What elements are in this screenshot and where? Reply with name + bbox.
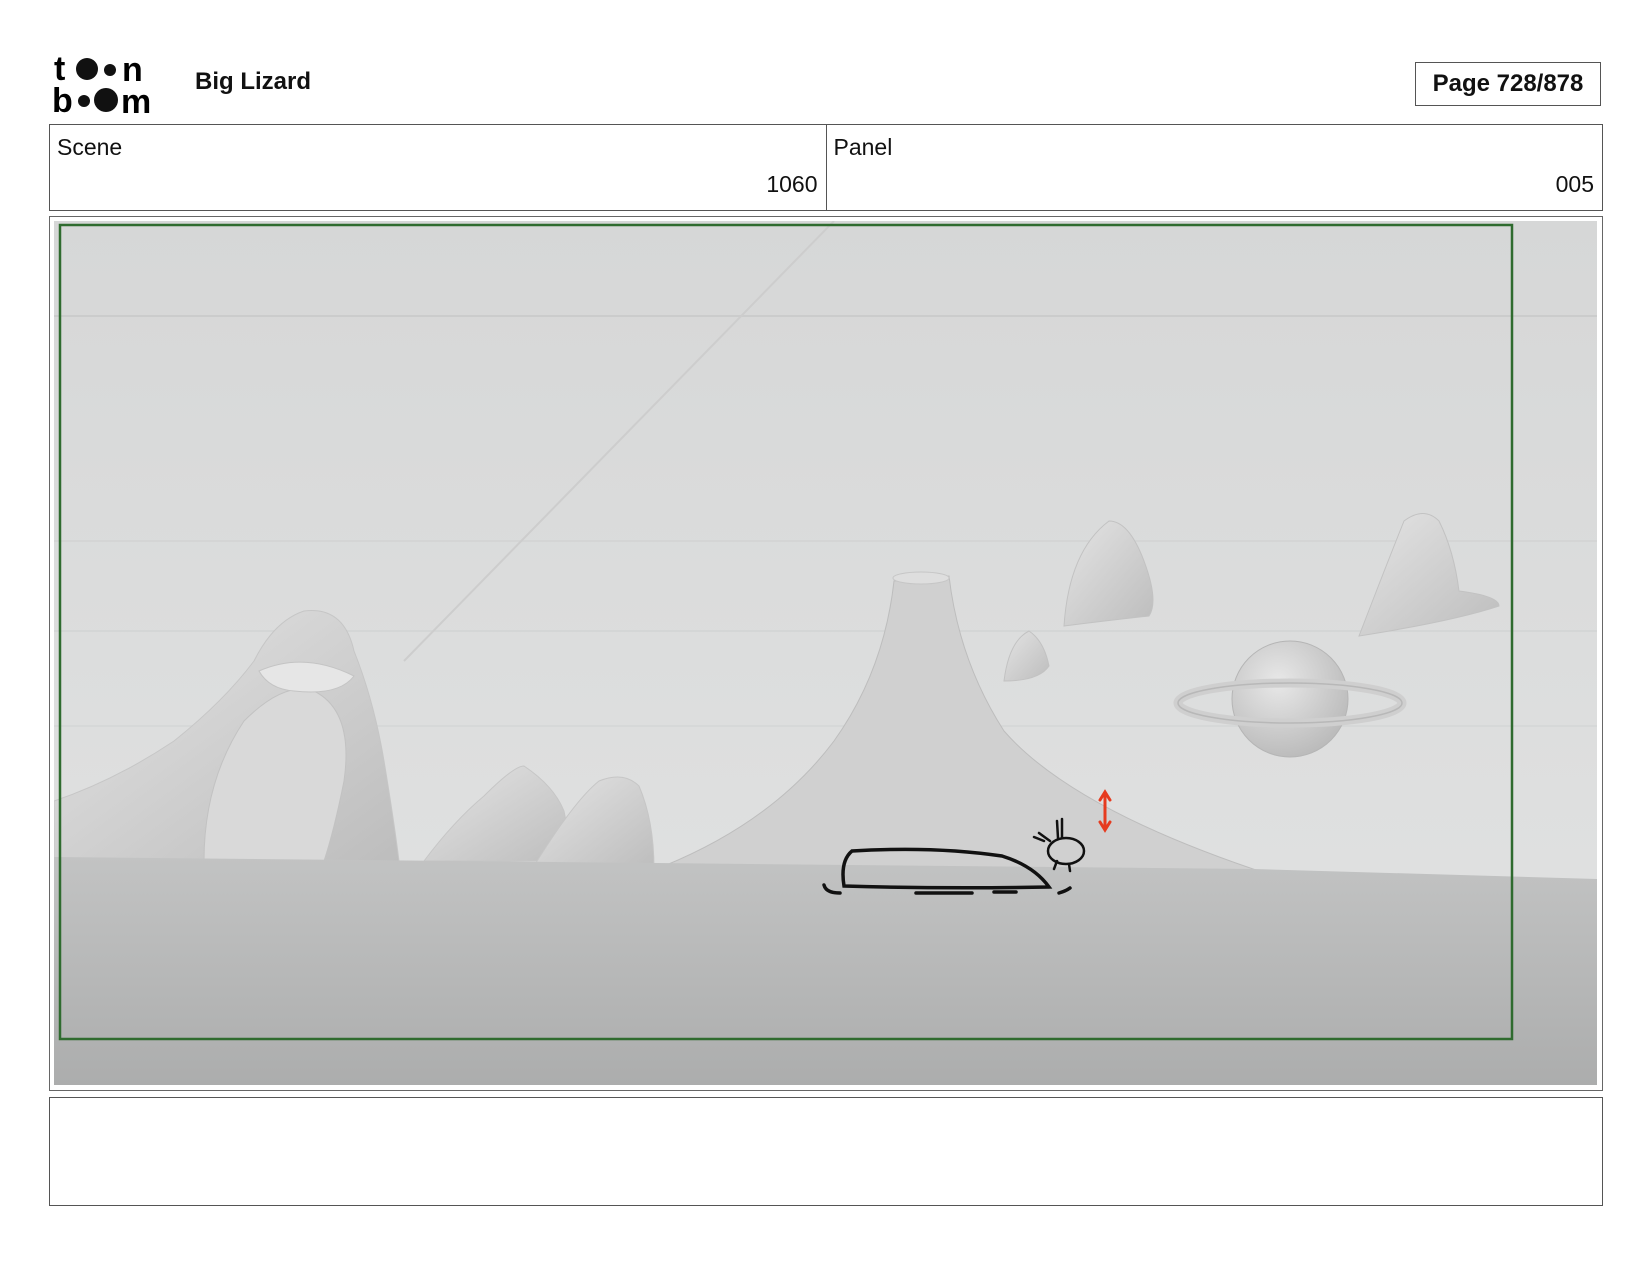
project-title: Big Lizard [195,68,312,95]
page-number: Page 728/878 [1415,62,1601,106]
panel-cell: Panel 005 [825,125,1603,210]
storyboard-panel [49,216,1603,1091]
svg-text:m: m [121,83,151,116]
svg-text:b: b [52,82,73,116]
panel-drawing [54,221,1597,1085]
ground-plane [54,857,1597,1085]
panel-number: 005 [1555,171,1594,197]
scene-panel-info: Scene 1060 Panel 005 [49,124,1603,211]
panel-notes [49,1097,1603,1206]
panel-label: Panel [833,134,893,160]
scene-label: Scene [57,134,123,160]
scene-number: 1060 [766,171,818,197]
toon-boom-logo: t n b m [52,52,151,116]
scene-cell: Scene 1060 [50,125,826,210]
